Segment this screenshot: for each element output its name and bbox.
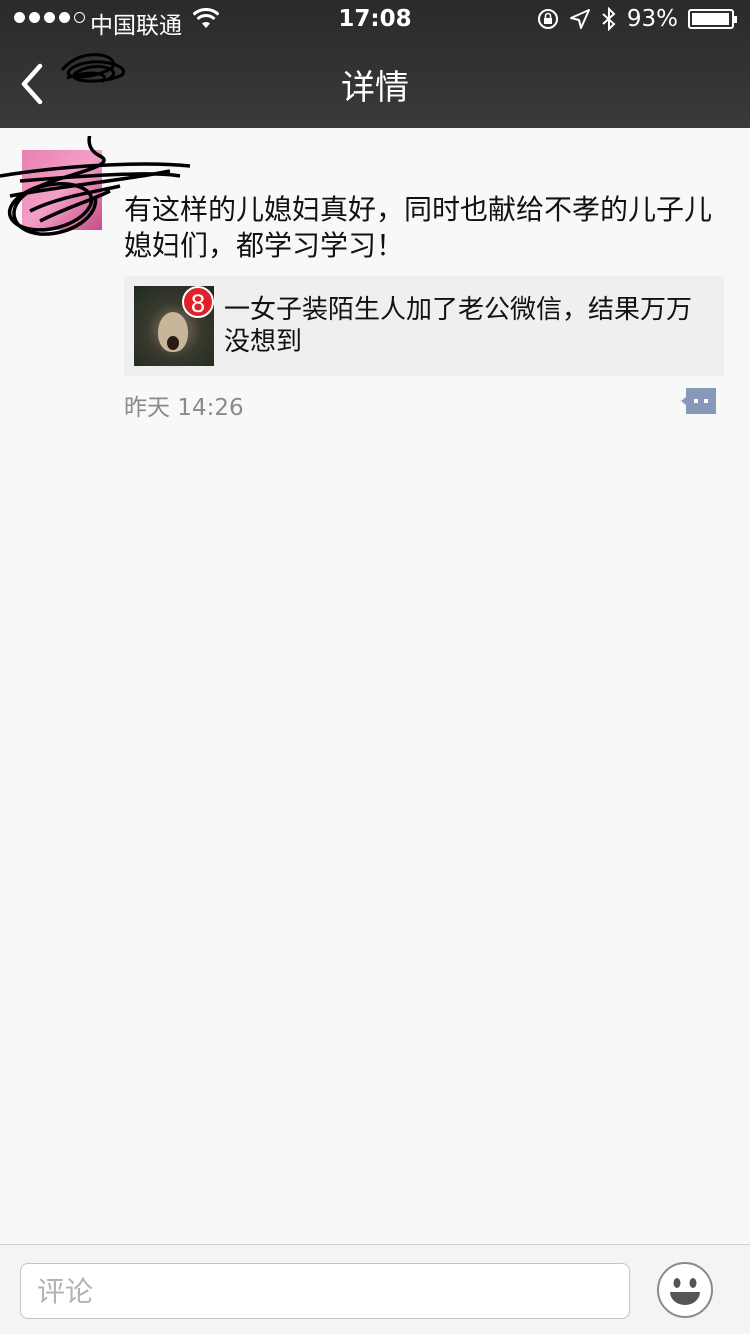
thumbnail-badge: 8 <box>182 286 214 318</box>
post-timestamp: 昨天 14:26 <box>124 395 244 421</box>
smiley-face-icon[interactable] <box>656 1261 714 1319</box>
system-icons: 93% <box>537 6 737 32</box>
status-bar: 中国联通 17:08 93% <box>0 0 750 40</box>
bluetooth-icon <box>602 7 616 31</box>
comment-bar <box>0 1244 750 1334</box>
rotation-lock-icon <box>537 9 558 29</box>
post-text: 有这样的儿媳妇真好，同时也献给不孝的儿子儿媳妇们，都学习学习！ <box>124 193 713 262</box>
comment-dots-icon[interactable] <box>680 386 718 416</box>
comment-input[interactable] <box>20 1263 630 1319</box>
shared-link-card[interactable]: 8 一女子装陌生人加了老公微信，结果万万没想到 <box>124 276 724 376</box>
battery-percent: 93% <box>626 6 678 32</box>
link-title: 一女子装陌生人加了老公微信，结果万万没想到 <box>224 295 693 357</box>
page-title: 详情 <box>341 68 409 108</box>
link-thumbnail: 8 <box>134 286 214 366</box>
location-arrow-icon <box>569 9 590 29</box>
header: 中国联通 17:08 93% 详情 <box>0 0 750 128</box>
battery-icon <box>688 9 737 29</box>
